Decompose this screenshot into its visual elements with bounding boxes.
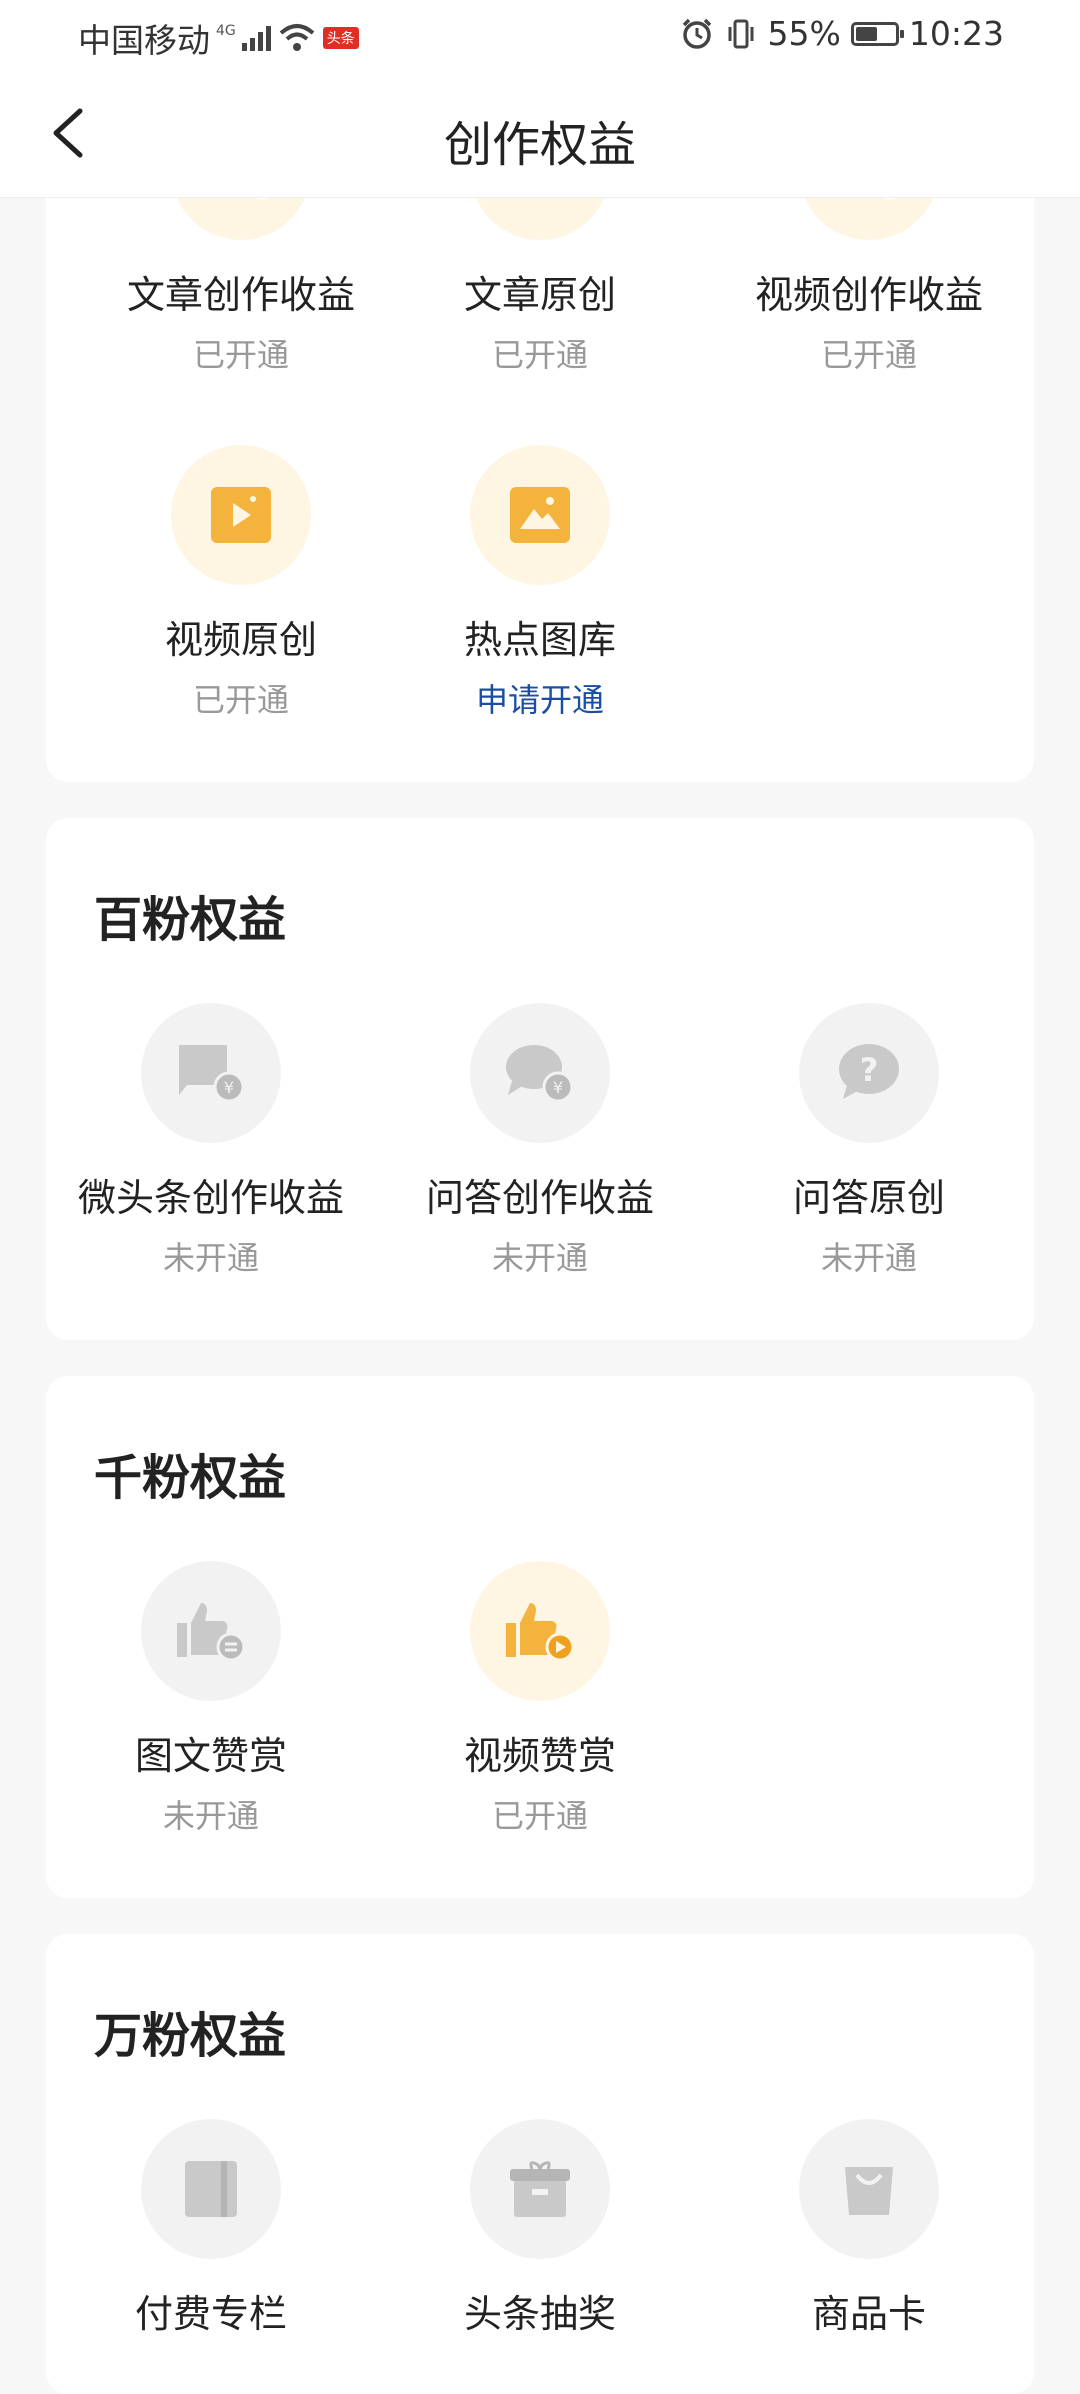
image-gallery-icon <box>470 445 610 585</box>
svg-text:?: ? <box>860 1051 879 1089</box>
network-type: 4G <box>216 23 236 39</box>
benefit-label: 热点图库 <box>463 618 616 662</box>
page-title: 创作权益 <box>443 117 636 173</box>
benefit-label: 微头条创作收益 <box>77 1176 344 1220</box>
benefit-status: 已开通 <box>491 1797 588 1835</box>
benefit-item-lottery[interactable]: 头条抽奖 <box>375 2119 705 2339</box>
benefit-status: 未开通 <box>162 1239 259 1277</box>
benefit-item-weitoutiao-income[interactable]: ¥ 微头条创作收益 未开通 <box>46 1003 376 1279</box>
video-play-icon <box>171 445 311 585</box>
benefit-label: 视频创作收益 <box>754 273 983 317</box>
chat-bubble-yuan-icon: ¥ <box>470 1003 610 1143</box>
question-bubble-icon: ? <box>799 1003 939 1143</box>
nav-bar: 创作权益 <box>0 75 1080 198</box>
benefit-status: 未开通 <box>491 1239 588 1277</box>
benefit-item-hot-gallery[interactable]: 热点图库 申请开通 <box>375 445 705 721</box>
wifi-icon <box>279 24 315 51</box>
benefit-card-100-fans: 百粉权益 ¥ 微头条创作收益 未开通 ¥ 问答创作收益 未开通 ? 问答原创 未… <box>46 818 1034 1340</box>
benefit-status: 已开通 <box>491 336 588 374</box>
alarm-icon <box>682 18 711 49</box>
gift-box-icon <box>470 2119 610 2259</box>
benefit-label: 问答创作收益 <box>425 1176 654 1220</box>
benefit-label: 图文赞赏 <box>134 1734 287 1778</box>
benefit-label: 文章原创 <box>463 273 616 317</box>
benefit-status: 已开通 <box>192 336 289 374</box>
benefit-item-qa-original[interactable]: ? 问答原创 未开通 <box>704 1003 1034 1279</box>
benefit-status: 已开通 <box>820 336 917 374</box>
benefit-label: 问答原创 <box>792 1176 945 1220</box>
shopping-bag-icon <box>799 2119 939 2259</box>
status-bar: 中国移动 4G 头条 55% 10:23 <box>0 0 1080 75</box>
carrier-name: 中国移动 <box>78 21 210 60</box>
vibrate-icon <box>728 19 754 48</box>
benefit-card-1000-fans: 千粉权益 图文赞赏 未开通 视频赞赏 已开通 <box>46 1376 1034 1898</box>
signal-icon <box>241 25 271 51</box>
comment-yuan-icon: ¥ <box>141 1003 281 1143</box>
section-title: 万粉权益 <box>94 2008 287 2064</box>
benefit-status: 未开通 <box>820 1239 917 1277</box>
apply-link[interactable]: 申请开通 <box>375 679 705 721</box>
benefit-status: 未开通 <box>162 1797 259 1835</box>
benefit-status: 已开通 <box>192 681 289 719</box>
benefit-item-qa-income[interactable]: ¥ 问答创作收益 未开通 <box>375 1003 705 1279</box>
benefit-item-article-tip[interactable]: 图文赞赏 未开通 <box>46 1561 376 1837</box>
benefit-label: 付费专栏 <box>134 2292 287 2336</box>
status-left: 中国移动 4G 头条 <box>78 14 359 62</box>
benefit-card-10000-fans: 万粉权益 付费专栏 头条抽奖 商品卡 <box>46 1934 1034 2394</box>
app-notification-badge: 头条 <box>322 27 359 49</box>
svg-text:¥: ¥ <box>224 1078 234 1097</box>
thumbs-up-video-icon <box>470 1561 610 1701</box>
benefit-label: 文章创作收益 <box>126 273 355 317</box>
battery-percent: 55% <box>767 14 841 53</box>
benefit-label: 商品卡 <box>811 2292 926 2336</box>
benefit-label: 视频赞赏 <box>463 1734 616 1778</box>
benefit-label: 视频原创 <box>164 618 317 662</box>
benefit-item-video-tip[interactable]: 视频赞赏 已开通 <box>375 1561 705 1837</box>
benefit-label: 头条抽奖 <box>463 2292 616 2336</box>
battery-icon <box>850 21 904 46</box>
benefit-card-basic: 文章创作收益 已开通 文章原创 已开通 视频创作收益 已开通 视频原创 已开通 … <box>46 100 1034 782</box>
section-title: 千粉权益 <box>94 1450 287 1506</box>
status-right: 55% 10:23 <box>680 14 1004 53</box>
thumbs-up-doc-icon <box>141 1561 281 1701</box>
benefit-item-video-original[interactable]: 视频原创 已开通 <box>76 445 406 721</box>
benefit-item-product-card[interactable]: 商品卡 <box>704 2119 1034 2339</box>
clock-time: 10:23 <box>908 14 1004 53</box>
svg-text:¥: ¥ <box>553 1078 563 1097</box>
book-icon <box>141 2119 281 2259</box>
section-title: 百粉权益 <box>94 892 287 948</box>
benefit-item-paid-column[interactable]: 付费专栏 <box>46 2119 376 2339</box>
